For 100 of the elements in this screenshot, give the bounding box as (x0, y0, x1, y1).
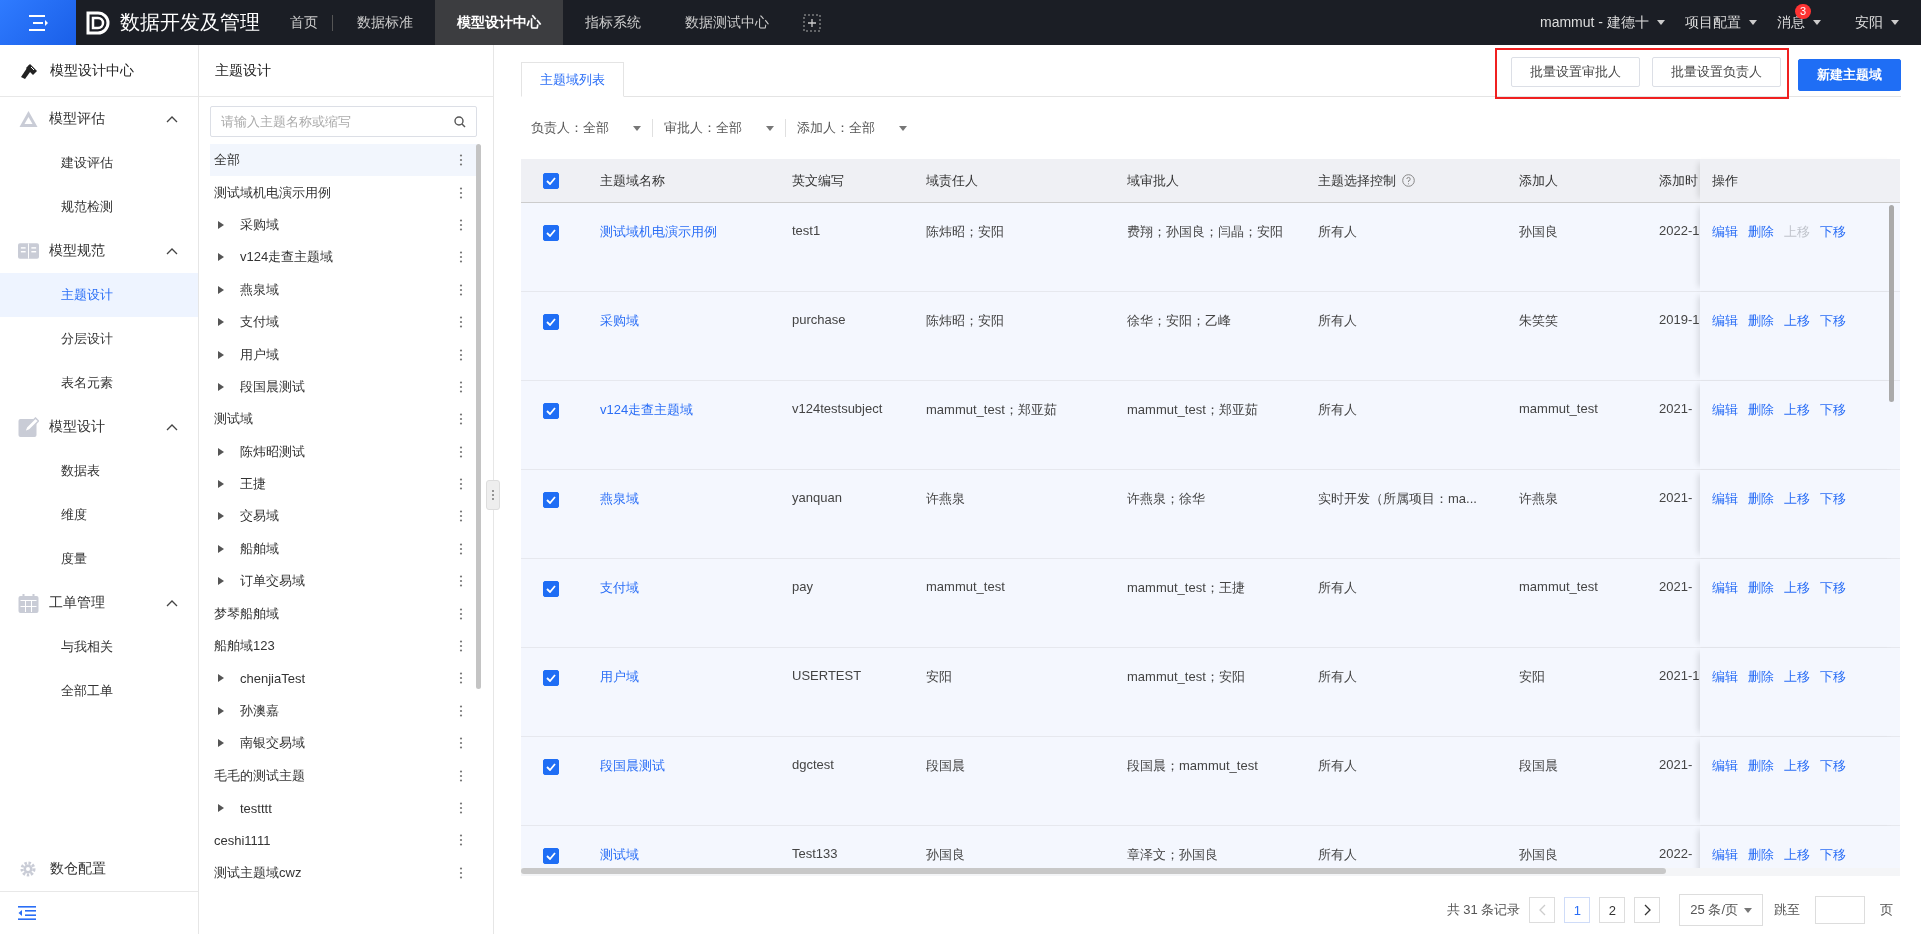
filter-dropdown[interactable]: 审批人：全部 (664, 119, 774, 137)
row-action-link[interactable]: 删除 (1748, 669, 1774, 684)
tree-item[interactable]: 支付域 (210, 305, 477, 339)
page-size-dropdown[interactable]: 25 条/页 (1679, 894, 1763, 926)
help-icon[interactable] (1402, 174, 1415, 187)
scrollbar[interactable] (1889, 205, 1894, 402)
nav-tab[interactable]: 指标系统 (563, 0, 663, 45)
sidebar-item[interactable]: 维度 (0, 493, 198, 537)
caret-icon[interactable] (218, 350, 224, 359)
row-action-link[interactable]: 删除 (1748, 313, 1774, 328)
tree-item[interactable]: 毛毛的测试主题 (210, 759, 477, 792)
page-button[interactable]: 2 (1599, 897, 1626, 923)
row-action-link[interactable]: 删除 (1748, 491, 1774, 506)
domain-link[interactable]: 支付域 (600, 580, 639, 595)
action-button[interactable]: 新建主题域 (1798, 58, 1901, 91)
row-action-link[interactable]: 编辑 (1712, 491, 1738, 506)
row-action-link[interactable]: 编辑 (1712, 580, 1738, 595)
tree-item[interactable]: 交易域 (210, 500, 477, 533)
caret-icon[interactable] (218, 447, 224, 456)
row-action-link[interactable]: 上移 (1784, 669, 1810, 684)
domain-link[interactable]: 段国晨测试 (600, 758, 665, 773)
tree-item[interactable]: 全部 (210, 144, 477, 177)
checkbox[interactable] (543, 759, 559, 775)
more-icon[interactable] (459, 575, 463, 588)
row-action-link[interactable]: 下移 (1820, 224, 1846, 239)
checkbox[interactable] (543, 848, 559, 864)
row-action-link[interactable]: 上移 (1784, 313, 1810, 328)
tree-item[interactable]: ceshi1111 (210, 824, 477, 857)
checkbox[interactable] (543, 492, 559, 508)
row-action-link[interactable]: 编辑 (1712, 847, 1738, 862)
tree-item[interactable]: chenjiaTest (210, 662, 477, 695)
tree-item[interactable]: v124走查主题域 (210, 241, 477, 274)
row-action-link[interactable]: 删除 (1748, 847, 1774, 862)
tree-item[interactable]: 用户域 (210, 338, 477, 371)
row-action-link[interactable]: 下移 (1820, 580, 1846, 595)
more-icon[interactable] (459, 413, 463, 426)
caret-icon[interactable] (218, 706, 224, 715)
row-action-link[interactable]: 删除 (1748, 402, 1774, 417)
caret-icon[interactable] (218, 739, 224, 748)
caret-icon[interactable] (218, 544, 224, 553)
tree-item[interactable]: 王捷 (210, 467, 477, 501)
row-action-link[interactable]: 上移 (1784, 847, 1810, 862)
nav-tab[interactable]: 数据标准 (335, 0, 435, 45)
sidebar-item[interactable]: 与我相关 (0, 625, 198, 669)
more-icon[interactable] (459, 542, 463, 555)
more-icon[interactable] (459, 737, 463, 750)
caret-icon[interactable] (218, 382, 224, 391)
header-menu[interactable]: mammut - 建德十 (1540, 13, 1665, 32)
sidebar-item[interactable]: 建设评估 (0, 141, 198, 185)
nav-tab[interactable]: 模型设计中心 (435, 0, 563, 45)
row-action-link[interactable]: 编辑 (1712, 224, 1738, 239)
page-input[interactable] (1815, 896, 1865, 924)
sidebar-item[interactable]: 数据表 (0, 449, 198, 493)
tree-item[interactable]: 测试域机电演示用例 (210, 176, 477, 209)
tree-item[interactable]: 船舶域123 (210, 629, 477, 663)
row-action-link[interactable]: 下移 (1820, 847, 1846, 862)
more-icon[interactable] (459, 283, 463, 296)
sidebar-item[interactable]: 规范检测 (0, 185, 198, 229)
more-icon[interactable] (459, 445, 463, 458)
row-action-link[interactable]: 上移 (1784, 491, 1810, 506)
filter-dropdown[interactable]: 负责人：全部 (531, 119, 641, 137)
more-icon[interactable] (459, 607, 463, 620)
row-action-link[interactable]: 编辑 (1712, 758, 1738, 773)
tree-item[interactable]: 测试域 (210, 403, 477, 436)
domain-link[interactable]: 测试域 (600, 847, 639, 862)
tree-item[interactable]: 陈炜昭测试 (210, 435, 477, 468)
caret-icon[interactable] (218, 220, 224, 229)
checkbox[interactable] (543, 403, 559, 419)
caret-icon[interactable] (218, 577, 224, 586)
search-field[interactable]: 请输入主题名称或缩写 (210, 106, 477, 137)
more-icon[interactable] (459, 802, 463, 814)
more-icon[interactable] (459, 510, 463, 523)
more-icon[interactable] (459, 866, 463, 879)
more-icon[interactable] (459, 251, 463, 264)
filter-dropdown[interactable]: 添加人：全部 (797, 119, 907, 137)
next-page-button[interactable] (1634, 897, 1661, 923)
domain-link[interactable]: 用户域 (600, 669, 639, 684)
tree-item[interactable]: 燕泉域 (210, 273, 477, 306)
sidebar-group[interactable]: 工单管理 (0, 581, 198, 625)
caret-icon[interactable] (218, 480, 224, 489)
more-icon[interactable] (459, 348, 463, 361)
row-action-link[interactable]: 下移 (1820, 313, 1846, 328)
sidebar-item[interactable]: 全部工单 (0, 669, 198, 713)
more-icon[interactable] (459, 769, 463, 782)
caret-icon[interactable] (218, 804, 224, 812)
sidebar-item[interactable]: 分层设计 (0, 317, 198, 361)
sidebar-item[interactable]: 表名元素 (0, 361, 198, 405)
row-action-link[interactable]: 下移 (1820, 402, 1846, 417)
row-action-link[interactable]: 编辑 (1712, 313, 1738, 328)
tree-item[interactable]: 梦琴船舶域 (210, 597, 477, 630)
row-action-link[interactable]: 编辑 (1712, 402, 1738, 417)
sidebar-item[interactable]: 度量 (0, 537, 198, 581)
tree-item[interactable]: 南银交易域 (210, 727, 477, 760)
caret-icon[interactable] (218, 285, 224, 294)
add-icon[interactable] (803, 13, 821, 32)
row-action-link[interactable]: 上移 (1784, 580, 1810, 595)
tree-item[interactable]: 孙澳嘉 (210, 694, 477, 728)
row-action-link[interactable]: 删除 (1748, 224, 1774, 239)
more-icon[interactable] (459, 478, 463, 491)
domain-link[interactable]: 测试域机电演示用例 (600, 224, 717, 239)
